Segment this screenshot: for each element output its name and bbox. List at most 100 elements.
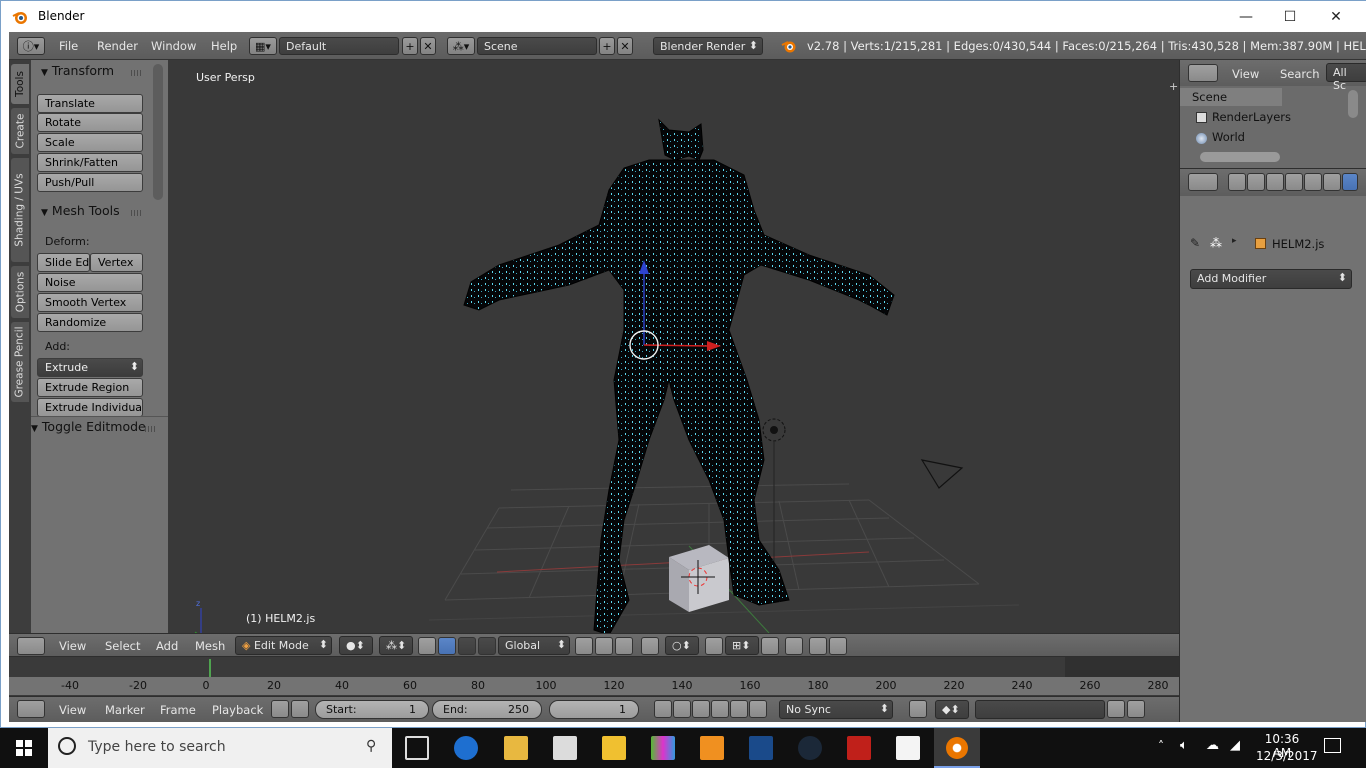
n-app-icon[interactable] <box>700 736 724 760</box>
outliner-menu-search[interactable]: Search <box>1280 67 1320 81</box>
outliner-item-scene[interactable]: Scene <box>1192 90 1227 104</box>
vertex-select-icon[interactable] <box>575 637 593 655</box>
windows-start-icon[interactable] <box>16 740 32 756</box>
info-editor-type-button[interactable]: ⓘ▾ <box>17 37 45 55</box>
start-frame-field[interactable]: Start: 1 <box>315 700 429 719</box>
outliner-vscrollbar[interactable] <box>1348 90 1358 118</box>
sketchup-icon[interactable] <box>847 736 871 760</box>
shrink-fatten-button[interactable]: Shrink/Fatten <box>37 153 143 172</box>
view3d-menu-add[interactable]: Add <box>156 639 178 653</box>
object-tab-icon[interactable] <box>1304 173 1322 191</box>
tab-grease-pencil[interactable]: Grease Pencil <box>11 322 29 402</box>
tab-shading-uvs[interactable]: Shading / UVs <box>11 158 29 262</box>
timeline-menu-frame[interactable]: Frame <box>160 703 196 717</box>
expand-properties-icon[interactable]: + <box>1169 80 1178 93</box>
lock-range-icon[interactable] <box>291 700 309 718</box>
properties-editor-type-icon[interactable] <box>1188 173 1218 191</box>
preview-range-icon[interactable] <box>271 700 289 718</box>
outliner-item-renderlayers[interactable]: RenderLayers <box>1212 110 1291 124</box>
end-frame-field[interactable]: End: 250 <box>432 700 542 719</box>
render-tab-icon[interactable] <box>1228 173 1246 191</box>
tab-create[interactable]: Create <box>11 108 29 154</box>
layout-selector-button[interactable]: ▦▾ <box>249 37 277 55</box>
delete-keyframe-icon[interactable] <box>1127 700 1145 718</box>
occlude-geometry-icon[interactable] <box>641 637 659 655</box>
colorful-app-icon[interactable] <box>651 736 675 760</box>
clock-date[interactable]: 12/3/2017 <box>1256 749 1318 763</box>
proportional-edit-dropdown[interactable]: ○⬍ <box>665 636 699 655</box>
microphone-icon[interactable]: ⚲ <box>366 738 376 754</box>
add-layout-button[interactable]: + <box>402 37 418 55</box>
pivot-dropdown[interactable]: ⁂⬍ <box>379 636 413 655</box>
current-frame-field[interactable]: 1 <box>549 700 639 719</box>
jump-start-icon[interactable] <box>654 700 672 718</box>
face-select-icon[interactable] <box>615 637 633 655</box>
auto-keying-record-icon[interactable] <box>909 700 927 718</box>
timeline-area[interactable]: -40 -20 0 20 40 60 80 100 120 140 160 180 200 220 240 2… <box>9 657 1179 696</box>
outliner-editor-type-icon[interactable] <box>1188 64 1218 82</box>
add-modifier-dropdown[interactable]: Add Modifier ⬍ <box>1190 269 1352 289</box>
render-engine-dropdown[interactable]: Blender Render ⬍ <box>653 37 763 55</box>
panel-transform-header[interactable]: ▼ Transform <box>41 63 114 78</box>
jump-end-icon[interactable] <box>749 700 767 718</box>
timeline-menu-view[interactable]: View <box>59 703 86 717</box>
scale-manipulator-icon[interactable] <box>478 637 496 655</box>
network-icon[interactable]: ◢ <box>1230 738 1240 753</box>
timeline-menu-playback[interactable]: Playback <box>212 703 263 717</box>
slide-vertex-button[interactable]: Vertex <box>90 253 143 272</box>
minimize-button[interactable]: — <box>1223 1 1269 32</box>
opengl-render-icon[interactable] <box>809 637 827 655</box>
rotate-button[interactable]: Rotate <box>37 113 143 132</box>
translate-button[interactable]: Translate <box>37 94 143 113</box>
translate-manipulator-icon[interactable] <box>438 637 456 655</box>
scene-tab-icon[interactable] <box>1266 173 1284 191</box>
scene-selector-button[interactable]: ⁂▾ <box>447 37 475 55</box>
extrude-dropdown[interactable]: Extrude ⬍ <box>37 358 143 377</box>
show-hidden-icons-icon[interactable]: ˄ <box>1158 739 1164 753</box>
3d-viewport[interactable]: User Persp (1) HELM2.js z + <box>169 60 1179 633</box>
slide-edge-button[interactable]: Slide Ed <box>37 253 90 272</box>
menu-render[interactable]: Render <box>97 39 138 53</box>
insert-keyframe-icon[interactable] <box>1107 700 1125 718</box>
drag-grip-icon[interactable] <box>131 210 143 216</box>
play-icon[interactable] <box>711 700 729 718</box>
notifications-icon[interactable] <box>1324 738 1341 753</box>
view3d-menu-mesh[interactable]: Mesh <box>195 639 225 653</box>
maximize-button[interactable]: ☐ <box>1267 1 1313 32</box>
steam-icon[interactable] <box>798 736 822 760</box>
outliner-item-world[interactable]: World <box>1212 130 1245 144</box>
menu-window[interactable]: Window <box>151 39 196 53</box>
menu-file[interactable]: File <box>59 39 78 53</box>
push-pull-button[interactable]: Push/Pull <box>37 173 143 192</box>
toolshelf-scrollbar[interactable] <box>153 64 163 200</box>
view3d-menu-select[interactable]: Select <box>105 639 140 653</box>
edge-select-icon[interactable] <box>595 637 613 655</box>
transform-orientation-dropdown[interactable]: Global ⬍ <box>498 636 570 655</box>
fusion-app-icon[interactable] <box>602 736 626 760</box>
manipulator-toggle-icon[interactable] <box>418 637 436 655</box>
panel-mesh-tools-header[interactable]: ▼ Mesh Tools <box>41 203 120 218</box>
delete-scene-button[interactable]: ✕ <box>617 37 633 55</box>
shading-dropdown[interactable]: ●⬍ <box>339 636 373 655</box>
randomize-button[interactable]: Randomize <box>37 313 143 332</box>
tab-tools[interactable]: Tools <box>11 64 29 104</box>
layout-name-field[interactable]: Default <box>279 37 399 55</box>
editor-type-icon[interactable] <box>17 637 45 655</box>
panel-toggle-editmode-header[interactable]: ▼ Toggle Editmode <box>31 419 146 434</box>
keying-mode-dropdown[interactable]: ◆⬍ <box>935 700 969 719</box>
store-icon[interactable] <box>553 736 577 760</box>
timeline-editor-type-icon[interactable] <box>17 700 45 718</box>
blender-taskbar-active[interactable] <box>934 728 980 768</box>
outliner-hscrollbar[interactable] <box>1200 152 1280 162</box>
menu-help[interactable]: Help <box>211 39 237 53</box>
taskbar-search-box[interactable]: Type here to search ⚲ <box>48 728 392 768</box>
snap-toggle-icon[interactable] <box>705 637 723 655</box>
modifiers-tab-icon[interactable] <box>1342 173 1358 191</box>
drag-grip-icon[interactable] <box>145 426 157 432</box>
constraints-tab-icon[interactable] <box>1323 173 1341 191</box>
viewport-scene[interactable] <box>169 60 1179 633</box>
world-tab-icon[interactable] <box>1285 173 1303 191</box>
frame-ruler[interactable]: -40 -20 0 20 40 60 80 100 120 140 160 180 200 220 240 2… <box>9 677 1179 695</box>
onedrive-icon[interactable]: ☁ <box>1206 738 1219 753</box>
delete-layout-button[interactable]: ✕ <box>420 37 436 55</box>
